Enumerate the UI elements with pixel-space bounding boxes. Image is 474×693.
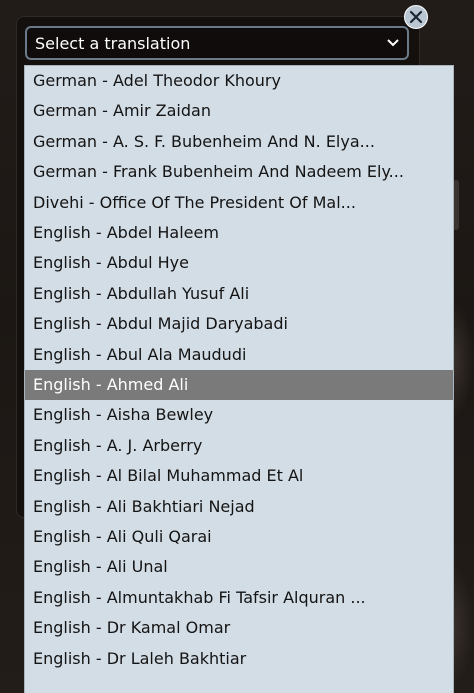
translation-option[interactable]: German - Amir Zaidan bbox=[25, 96, 453, 126]
chevron-down-icon bbox=[385, 35, 401, 51]
close-button[interactable] bbox=[404, 5, 428, 29]
translation-option[interactable]: German - Frank Bubenheim And Nadeem Ely.… bbox=[25, 157, 453, 187]
translation-option[interactable]: English - Aisha Bewley bbox=[25, 400, 453, 430]
translation-select-value: Select a translation bbox=[35, 33, 191, 53]
translation-option[interactable]: German - Adel Theodor Khoury bbox=[25, 66, 453, 96]
translation-option[interactable]: English - Abdul Majid Daryabadi bbox=[25, 309, 453, 339]
translation-option[interactable]: English - Al Bilal Muhammad Et Al bbox=[25, 461, 453, 491]
translation-option[interactable]: English - Abdel Haleem bbox=[25, 218, 453, 248]
translation-option[interactable]: English - Ali Quli Qarai bbox=[25, 522, 453, 552]
translation-select[interactable]: Select a translation bbox=[25, 26, 409, 60]
translation-options-list[interactable]: German - Adel Theodor Khoury German - Ami… bbox=[25, 66, 453, 693]
translation-option[interactable]: English - Dr Kamal Omar bbox=[25, 613, 453, 643]
translation-option[interactable]: English - Almuntakhab Fi Tafsir Alquran … bbox=[25, 583, 453, 613]
modal-scrollbar[interactable] bbox=[453, 180, 459, 230]
translation-option[interactable]: English - Abul Ala Maududi bbox=[25, 340, 453, 370]
close-icon bbox=[409, 10, 423, 24]
translation-option[interactable]: Divehi - Office Of The President Of Mal.… bbox=[25, 188, 453, 218]
translation-option[interactable]: English - Abdul Hye bbox=[25, 248, 453, 278]
translation-option[interactable]: English - Dr Laleh Bakhtiar bbox=[25, 644, 453, 674]
translation-option[interactable]: English - A. J. Arberry bbox=[25, 431, 453, 461]
translation-option[interactable]: English - Ahmed Ali bbox=[25, 370, 453, 401]
translation-option[interactable]: English - Abdullah Yusuf Ali bbox=[25, 279, 453, 309]
translation-option[interactable]: English - Ali Bakhtiari Nejad bbox=[25, 492, 453, 522]
translation-option[interactable]: English - Ali Unal bbox=[25, 552, 453, 582]
translation-option[interactable]: German - A. S. F. Bubenheim And N. Elya.… bbox=[25, 127, 453, 157]
